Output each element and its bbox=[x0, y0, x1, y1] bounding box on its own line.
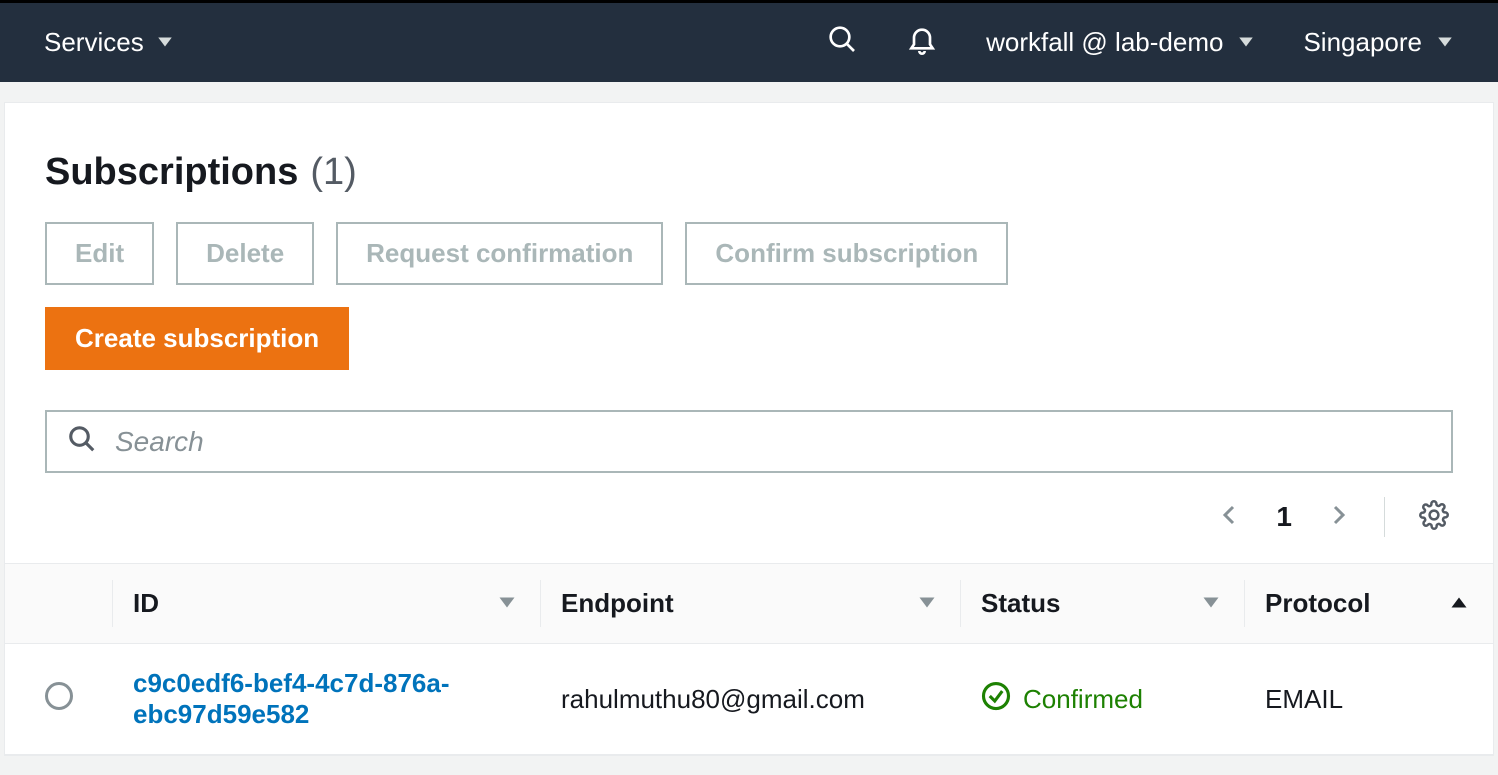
column-select bbox=[5, 564, 113, 644]
delete-button[interactable]: Delete bbox=[176, 222, 314, 285]
confirm-subscription-button[interactable]: Confirm subscription bbox=[685, 222, 1008, 285]
search-box[interactable] bbox=[45, 410, 1453, 473]
column-endpoint[interactable]: Endpoint bbox=[541, 564, 961, 644]
paginator: 1 bbox=[45, 497, 1453, 563]
action-row: Edit Delete Request confirmation Confirm… bbox=[45, 222, 1453, 285]
services-label: Services bbox=[44, 27, 144, 58]
services-menu[interactable]: Services bbox=[44, 27, 174, 58]
row-select-radio[interactable] bbox=[45, 682, 73, 710]
page-number: 1 bbox=[1276, 501, 1292, 533]
subscription-id-link[interactable]: c9c0edf6-bef4-4c7d-876a-ebc97d59e582 bbox=[113, 644, 541, 755]
table-row: c9c0edf6-bef4-4c7d-876a-ebc97d59e582 rah… bbox=[5, 644, 1493, 755]
create-subscription-button[interactable]: Create subscription bbox=[45, 307, 349, 370]
account-label: workfall @ lab-demo bbox=[986, 27, 1223, 58]
column-id-label: ID bbox=[133, 588, 159, 618]
page-title: Subscriptions (1) bbox=[45, 151, 1453, 194]
check-circle-icon bbox=[981, 681, 1011, 718]
edit-button[interactable]: Edit bbox=[45, 222, 154, 285]
status-badge: Confirmed bbox=[981, 681, 1225, 718]
subscription-endpoint: rahulmuthu80@gmail.com bbox=[541, 644, 961, 755]
column-protocol-label: Protocol bbox=[1265, 588, 1370, 618]
caret-down-icon bbox=[1436, 27, 1454, 58]
column-status-label: Status bbox=[981, 588, 1060, 618]
column-id[interactable]: ID bbox=[113, 564, 541, 644]
subscription-protocol: EMAIL bbox=[1245, 644, 1493, 755]
sort-icon bbox=[917, 588, 937, 619]
sort-asc-icon bbox=[1449, 588, 1469, 619]
region-menu[interactable]: Singapore bbox=[1303, 27, 1454, 58]
column-status[interactable]: Status bbox=[961, 564, 1245, 644]
caret-down-icon bbox=[1237, 27, 1255, 58]
search-input[interactable] bbox=[115, 426, 1431, 458]
region-label: Singapore bbox=[1303, 27, 1422, 58]
top-nav: Services workfall @ lab-demo Singapore bbox=[0, 0, 1498, 82]
sort-icon bbox=[1201, 588, 1221, 619]
table-header-row: ID Endpoint Status bbox=[5, 564, 1493, 644]
column-endpoint-label: Endpoint bbox=[561, 588, 674, 618]
notifications-button[interactable] bbox=[906, 23, 938, 62]
divider bbox=[1384, 497, 1385, 537]
request-confirmation-button[interactable]: Request confirmation bbox=[336, 222, 663, 285]
column-protocol[interactable]: Protocol bbox=[1245, 564, 1493, 644]
page-title-count: (1) bbox=[310, 151, 356, 194]
settings-button[interactable] bbox=[1419, 500, 1449, 535]
caret-down-icon bbox=[156, 27, 174, 58]
prev-page-button[interactable] bbox=[1218, 503, 1242, 532]
page-title-text: Subscriptions bbox=[45, 151, 298, 194]
sort-icon bbox=[497, 588, 517, 619]
subscriptions-panel: Subscriptions (1) Edit Delete Request co… bbox=[4, 102, 1494, 756]
subscriptions-table: ID Endpoint Status bbox=[5, 563, 1493, 755]
status-text: Confirmed bbox=[1023, 684, 1143, 715]
account-menu[interactable]: workfall @ lab-demo bbox=[986, 27, 1255, 58]
search-icon bbox=[67, 424, 97, 459]
next-page-button[interactable] bbox=[1326, 503, 1350, 532]
search-nav-button[interactable] bbox=[826, 23, 858, 62]
